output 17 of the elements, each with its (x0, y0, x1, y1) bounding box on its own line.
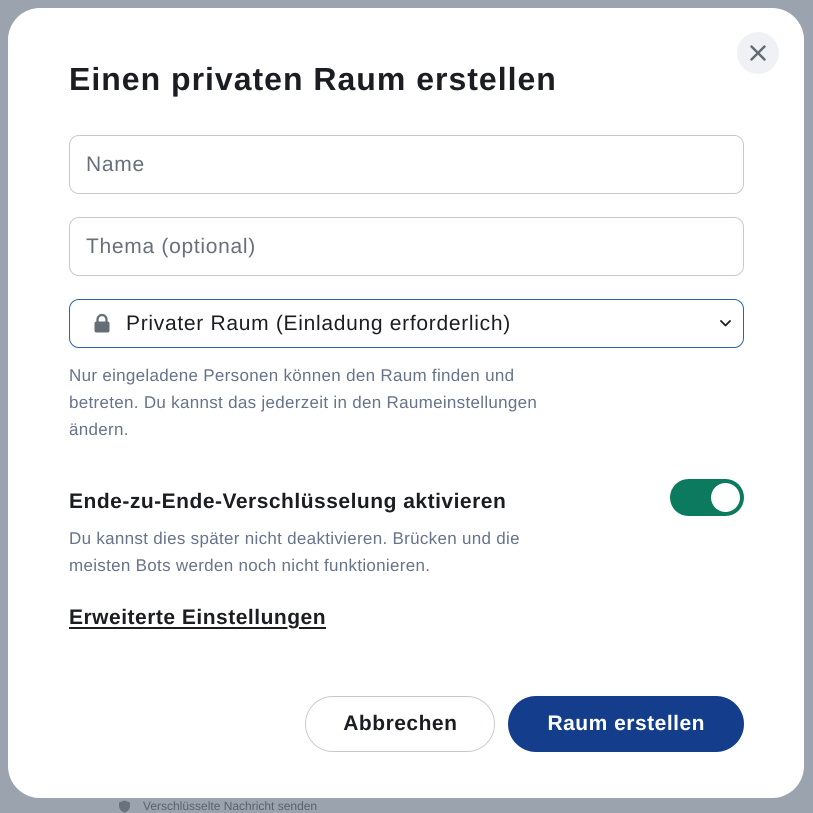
setting-label: Ende-zu-Ende-Verschlüsselung aktivieren (69, 488, 506, 514)
close-icon (750, 45, 766, 61)
dialog-title: Einen privaten Raum erstellen (69, 60, 557, 99)
cancel-button[interactable]: Abbrechen (305, 696, 496, 752)
encryption-toggle[interactable] (670, 479, 744, 516)
text-field[interactable]: Name (69, 135, 744, 194)
setting-description: Du kannst dies später nicht deaktivieren. Brücken und die meisten Bots werden noch nicht funktionieren. (69, 528, 521, 577)
advanced-settings-link[interactable]: Erweiterte Einstellungen (69, 606, 326, 629)
create-room-button[interactable]: Raum erstellen (508, 696, 744, 752)
chevron-down-icon (720, 320, 731, 327)
close-button[interactable] (737, 32, 779, 74)
message-field[interactable]: Verschlüsselte Nachricht senden (143, 799, 321, 813)
shield-icon (118, 800, 131, 812)
text-field[interactable]: Thema (optional) (69, 217, 744, 276)
room-type-select[interactable]: Privater Raum (Einladung erforderlich) (69, 299, 744, 348)
help-text: Nur eingeladene Personen können den Raum finden und betreten. Du kannst das jederzeit in den Raumeinstellungen ändern. (69, 365, 538, 441)
lock-icon (94, 314, 110, 333)
